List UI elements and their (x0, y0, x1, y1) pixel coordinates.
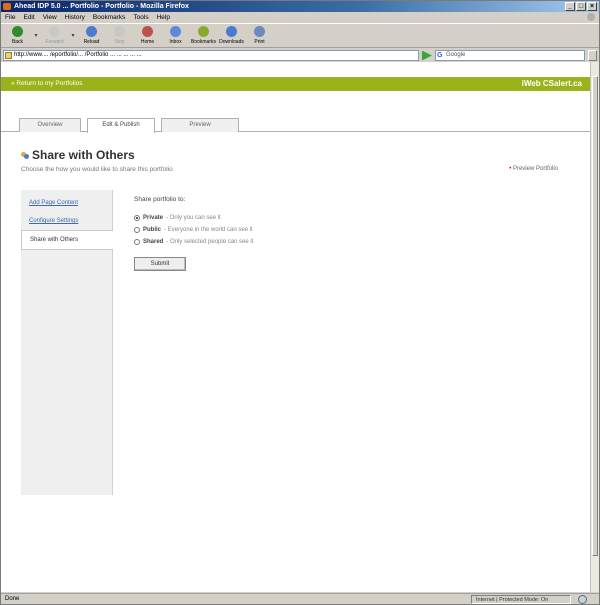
home-button[interactable]: Home (135, 24, 160, 48)
scrollbar-thumb[interactable] (592, 76, 598, 556)
tab-preview[interactable]: Preview (161, 118, 239, 132)
menu-view[interactable]: View (43, 12, 57, 23)
shared-radio[interactable] (134, 239, 140, 245)
title-bar[interactable]: Ahead IDP 5.0 ... Portfolio - Portfolio … (1, 1, 599, 12)
back-arrow-icon (12, 26, 23, 37)
home-icon (142, 26, 153, 37)
tab-overview[interactable]: Overview (19, 118, 81, 132)
downloads-icon (226, 26, 237, 37)
back-history-dropdown[interactable]: ▾ (33, 24, 39, 47)
stop-icon (114, 26, 125, 37)
forward-button[interactable]: Forward (42, 24, 67, 48)
downloads-button[interactable]: Downloads (219, 24, 244, 48)
search-input[interactable]: G Google (435, 50, 585, 61)
preview-portfolio-link[interactable]: • Preview Portfolio (509, 166, 558, 172)
close-button[interactable]: × (587, 2, 597, 11)
status-text: Done (5, 596, 20, 602)
bookmarks-icon (198, 26, 209, 37)
browser-window: Ahead IDP 5.0 ... Portfolio - Portfolio … (0, 0, 600, 605)
public-radio[interactable] (134, 227, 140, 233)
page-title-text: Share with Others (32, 148, 135, 162)
forward-arrow-icon (49, 26, 60, 37)
security-zone: Internet | Protected Mode: On (471, 595, 571, 604)
inbox-icon (170, 26, 181, 37)
search-placeholder: Google (446, 52, 466, 58)
inbox-button[interactable]: Inbox (163, 24, 188, 48)
throbber-icon (587, 13, 595, 21)
reload-button[interactable]: Reload (79, 24, 104, 48)
share-icon (21, 151, 29, 159)
private-radio[interactable] (134, 215, 140, 221)
menu-bar: File Edit View History Bookmarks Tools H… (1, 12, 599, 23)
url-field[interactable]: http://www.... /eportfolio/... /Portfoli… (3, 50, 419, 61)
vertical-scrollbar[interactable] (590, 62, 599, 592)
forward-history-dropdown[interactable]: ▾ (70, 24, 76, 47)
back-button[interactable]: Back (5, 24, 30, 48)
menu-help[interactable]: Help (157, 12, 170, 23)
address-bar: http://www.... /eportfolio/... /Portfoli… (1, 49, 599, 62)
sidenav-item-configure-settings[interactable]: Configure Settings (21, 212, 112, 230)
zone-icon (578, 595, 587, 604)
menu-tools[interactable]: Tools (133, 12, 148, 23)
minimize-button[interactable]: _ (565, 2, 575, 11)
share-option-private[interactable]: Private - Only you can see it (134, 215, 434, 221)
menu-bookmarks[interactable]: Bookmarks (93, 12, 126, 23)
share-form-heading: Share portfolio to: (134, 196, 186, 203)
go-button[interactable] (422, 50, 432, 61)
maximize-button[interactable]: □ (576, 2, 586, 11)
tab-edit-publish[interactable]: Edit & Publish (87, 118, 155, 133)
window-controls: _ □ × (565, 2, 597, 11)
site-header: « Return to my Portfolios iWeb CSalert.c… (1, 77, 590, 91)
toolbar-overflow-button[interactable] (588, 50, 597, 61)
page-viewport: « Return to my Portfolios iWeb CSalert.c… (1, 62, 590, 592)
brand-logo: iWeb CSalert.ca (521, 79, 582, 88)
print-button[interactable]: Print (247, 24, 272, 48)
google-icon: G (437, 52, 443, 59)
stop-button[interactable]: Stop (107, 24, 132, 48)
navigation-toolbar: Back ▾ Forward ▾ Reload Stop Home Inbox … (1, 23, 599, 48)
share-form: Share portfolio to: Private - Only you c… (134, 196, 434, 271)
reload-icon (86, 26, 97, 37)
page-icon (5, 52, 12, 59)
firefox-icon (3, 3, 11, 10)
page-subtitle: Choose the how you would like to share t… (21, 166, 173, 173)
url-text: http://www.... /eportfolio/... /Portfoli… (14, 52, 142, 58)
menu-edit[interactable]: Edit (23, 12, 34, 23)
bookmarks-button[interactable]: Bookmarks (191, 24, 216, 48)
return-to-portfolios-link[interactable]: « Return to my Portfolios (11, 80, 83, 87)
submit-button[interactable]: Submit (134, 257, 186, 271)
settings-sidenav: Add Page Content Configure Settings Shar… (21, 190, 113, 495)
print-icon (254, 26, 265, 37)
sidenav-item-add-page-content[interactable]: Add Page Content (21, 194, 112, 212)
portfolio-tabs: Overview Edit & Publish Preview (1, 116, 590, 133)
page-title: Share with Others (21, 148, 135, 162)
share-option-shared[interactable]: Shared - Only selected people can see it (134, 239, 434, 245)
window-title: Ahead IDP 5.0 ... Portfolio - Portfolio … (14, 3, 189, 10)
menu-file[interactable]: File (5, 12, 15, 23)
status-bar: Done Internet | Protected Mode: On (1, 593, 599, 605)
sidenav-item-share-with-others[interactable]: Share with Others (21, 230, 113, 250)
menu-history[interactable]: History (65, 12, 85, 23)
share-option-public[interactable]: Public - Everyone in the world can see i… (134, 227, 434, 233)
